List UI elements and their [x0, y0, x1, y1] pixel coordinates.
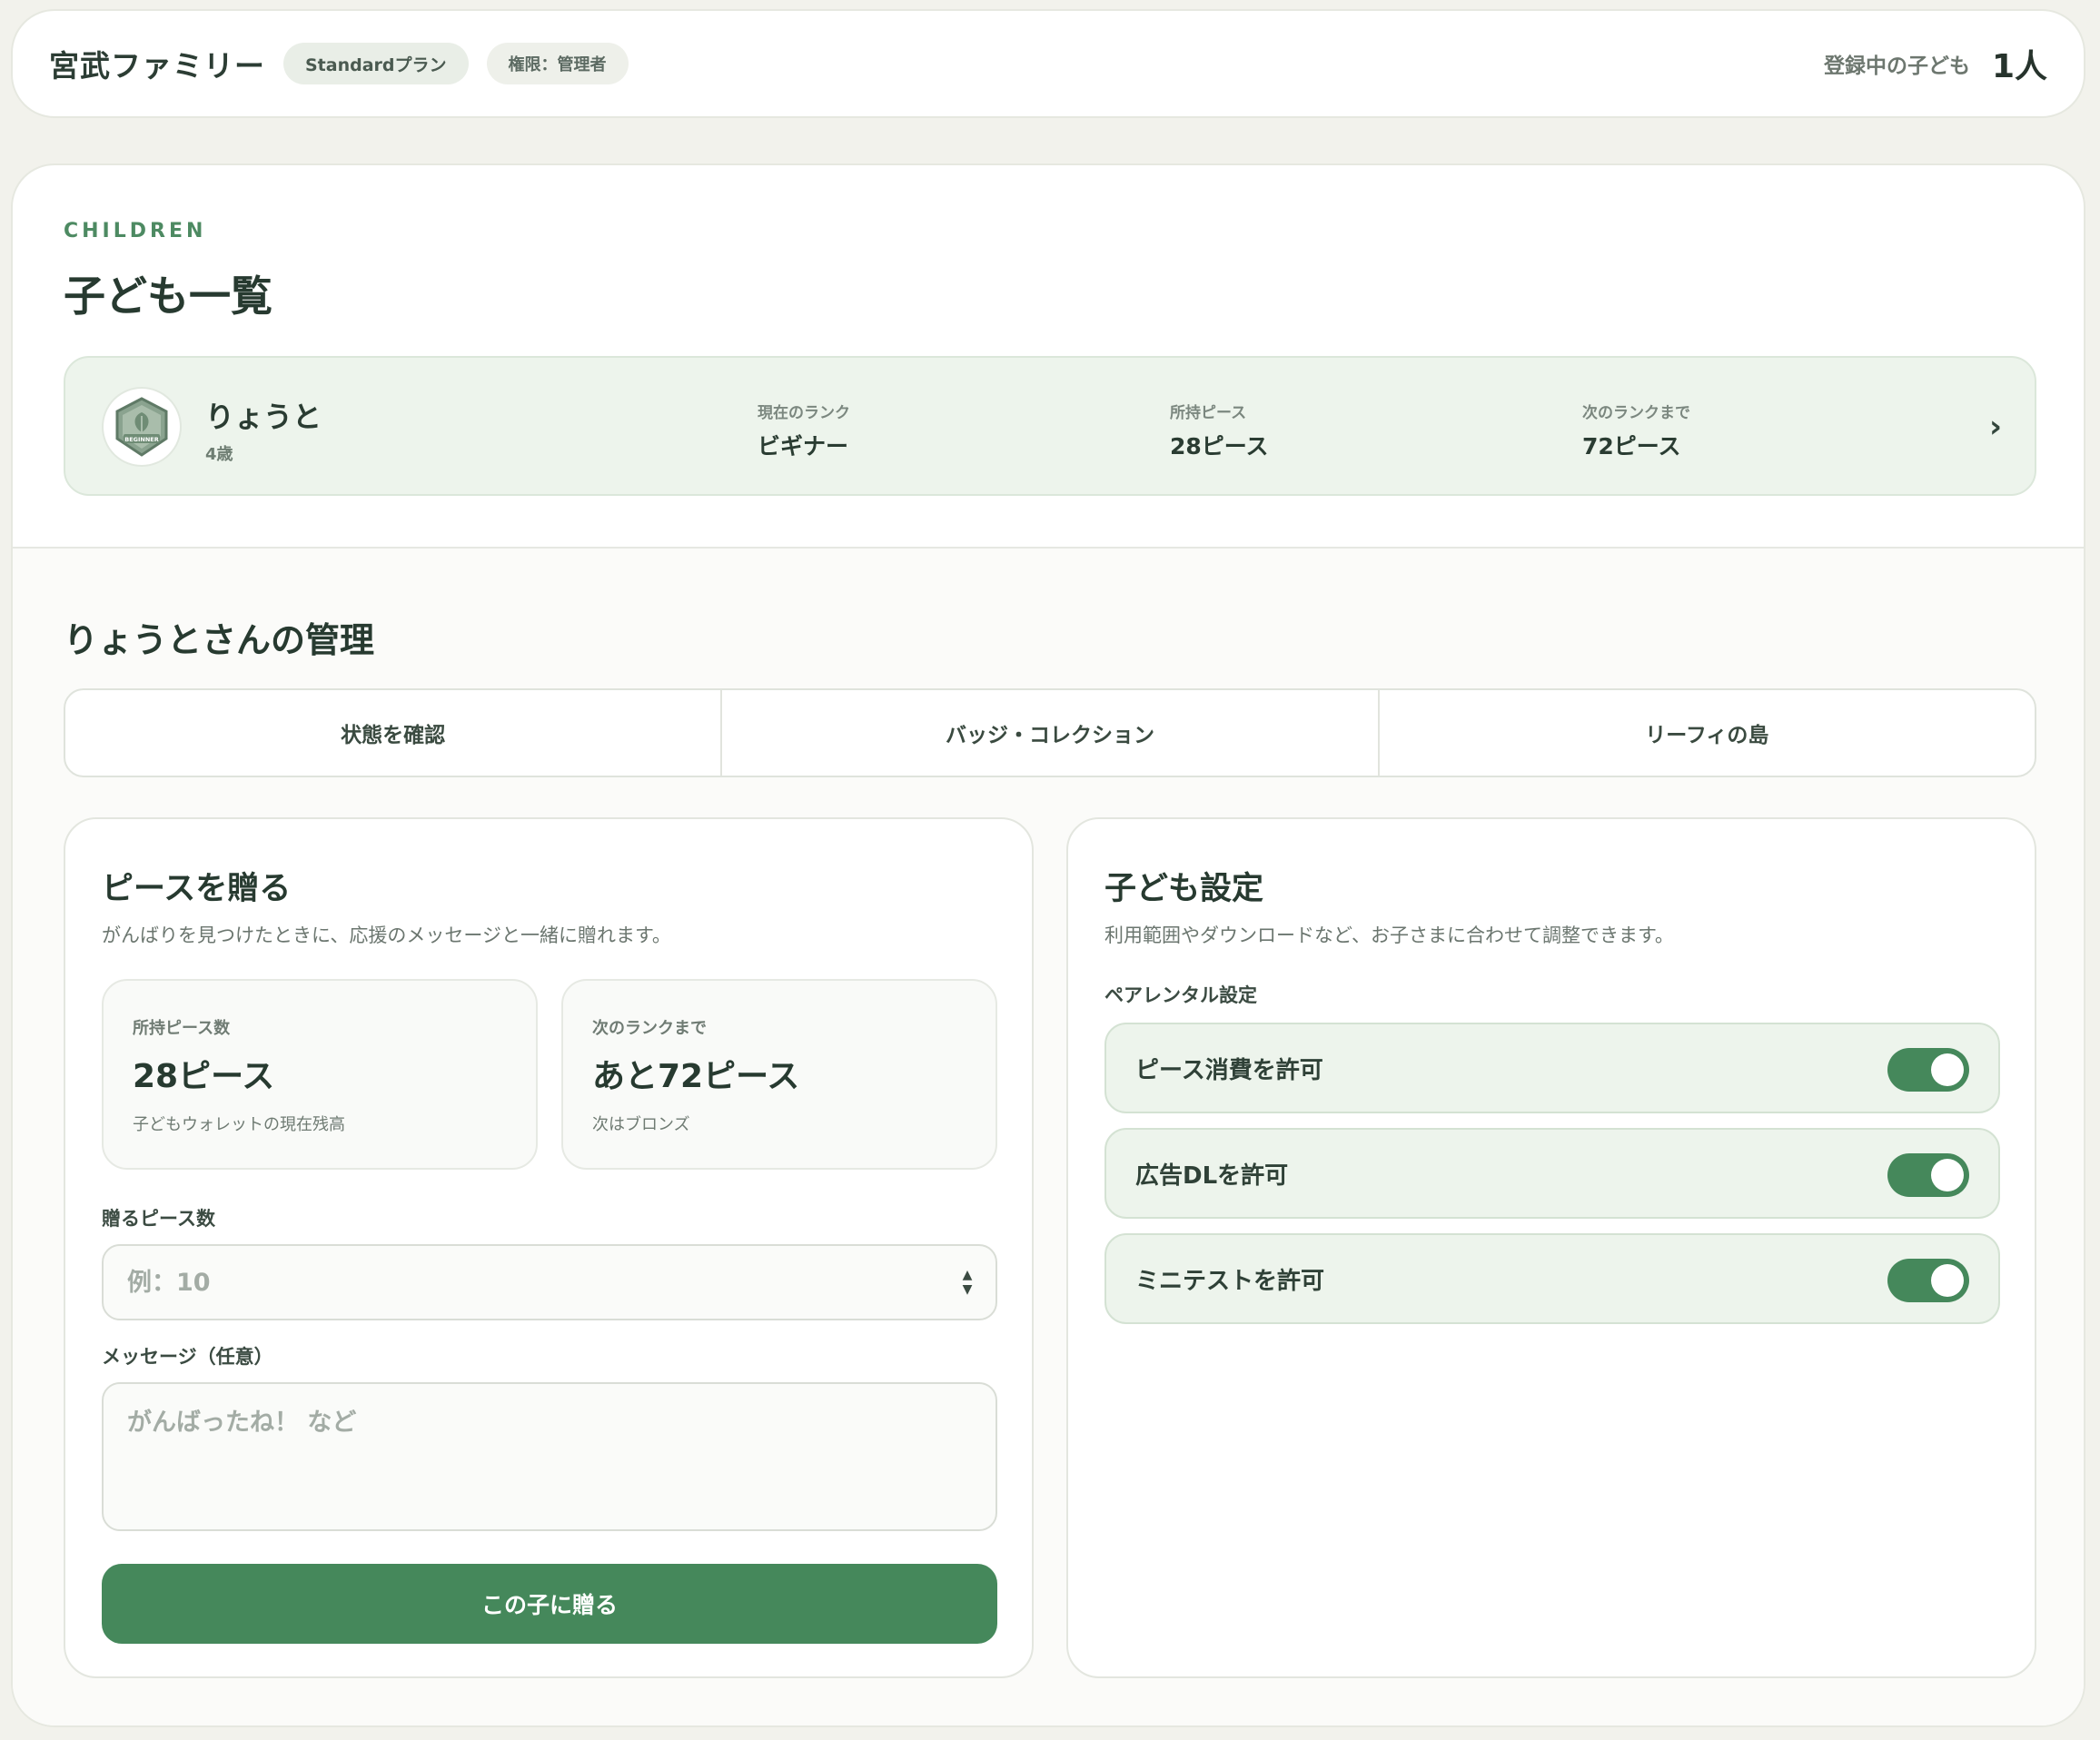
toggle-knob	[1931, 1159, 1964, 1191]
number-stepper-icon[interactable]: ▲ ▼	[956, 1262, 979, 1302]
send-pieces-button[interactable]: この子に贈る	[102, 1564, 997, 1644]
toggle-label: 広告DLを許可	[1135, 1162, 1289, 1190]
toggle-row-piece-spending: ピース消費を許可	[1104, 1023, 2000, 1113]
rank-badge-avatar: BEGINNER	[102, 387, 182, 467]
next-rank-sub: 次はブロンズ	[592, 1115, 690, 1134]
owned-pieces-value: 28ピース	[133, 1058, 275, 1095]
main-panel: CHILDREN 子ども一覧 BEGINNER りょうと 4歳 現在のランク ビ…	[11, 163, 2085, 1727]
chevron-right-icon[interactable]: ›	[1989, 409, 2002, 445]
piece-spending-toggle[interactable]	[1887, 1048, 1969, 1092]
toggle-row-mini-test: ミニテストを許可	[1104, 1233, 2000, 1324]
tab-leafy-island[interactable]: リーフィの島	[1377, 690, 2035, 776]
beginner-badge-icon: BEGINNER	[115, 397, 168, 457]
child-name: りょうと	[205, 400, 322, 434]
child-settings-card: 子ども設定 利用範囲やダウンロードなど、お子さまに合わせて調整できます。 ペアレ…	[1066, 817, 2036, 1678]
children-list-title: 子ども一覧	[64, 272, 272, 321]
toggle-knob	[1931, 1053, 1964, 1086]
next-rank-card: 次のランクまで あと72ピース 次はブロンズ	[561, 979, 997, 1170]
owned-pieces-card: 所持ピース数 28ピース 子どもウォレットの現在残高	[102, 979, 538, 1170]
next-rank-value: 72ピース	[1582, 433, 1681, 460]
chevron-down-icon[interactable]: ▼	[963, 1282, 973, 1297]
amount-input[interactable]	[102, 1244, 997, 1320]
child-list-item[interactable]: BEGINNER りょうと 4歳 現在のランク ビギナー 所持ピース 28ピース…	[64, 356, 2036, 496]
mini-test-toggle[interactable]	[1887, 1259, 1969, 1302]
manage-tabs: 状態を確認 バッジ・コレクション リーフィの島	[64, 688, 2036, 777]
current-rank-label: 現在のランク	[758, 404, 850, 422]
role-badge: 権限：管理者	[486, 43, 629, 84]
owned-pieces-value: 28ピース	[1170, 433, 1269, 460]
toggle-row-ad-download: 広告DLを許可	[1104, 1128, 2000, 1219]
next-rank-value: あと72ピース	[592, 1058, 800, 1095]
ad-download-toggle[interactable]	[1887, 1153, 1969, 1197]
manage-section: りょうとさんの管理 状態を確認 バッジ・コレクション リーフィの島 ピースを贈る…	[13, 549, 2084, 1725]
amount-label: 贈るピース数	[102, 1208, 215, 1230]
gift-pieces-card: ピースを贈る がんばりを見つけたときに、応援のメッセージと一緒に贈れます。 所持…	[64, 817, 1034, 1678]
settings-card-title: 子ども設定	[1104, 871, 1264, 907]
tab-badge-collection[interactable]: バッジ・コレクション	[720, 690, 1377, 776]
toggle-label: ミニテストを許可	[1135, 1268, 1325, 1295]
current-rank-value: ビギナー	[758, 433, 849, 460]
next-rank-label: 次のランクまで	[592, 1019, 707, 1038]
chevron-up-icon[interactable]: ▲	[963, 1268, 973, 1282]
owned-pieces-label: 所持ピース数	[133, 1019, 231, 1038]
tab-status[interactable]: 状態を確認	[65, 690, 720, 776]
registered-children-label: 登録中の子ども	[1823, 54, 1970, 78]
owned-pieces-sub: 子どもウォレットの現在残高	[133, 1115, 345, 1134]
family-name: 宮武ファミリー	[49, 48, 265, 84]
plan-badge: Standardプラン	[283, 43, 469, 84]
toggle-label: ピース消費を許可	[1135, 1057, 1323, 1084]
toggle-knob	[1931, 1264, 1964, 1297]
child-age: 4歳	[205, 445, 233, 464]
registered-children-count: 1人	[1991, 48, 2047, 85]
manage-title: りょうとさんの管理	[64, 620, 375, 660]
settings-card-description: 利用範囲やダウンロードなど、お子さまに合わせて調整できます。	[1104, 924, 1674, 946]
next-rank-label: 次のランクまで	[1582, 404, 1690, 422]
gift-card-description: がんばりを見つけたときに、応援のメッセージと一緒に贈れます。	[102, 924, 671, 946]
owned-pieces-label: 所持ピース	[1170, 404, 1247, 422]
message-input[interactable]	[102, 1382, 997, 1531]
parental-control-label: ペアレンタル設定	[1104, 984, 1257, 1006]
gift-card-title: ピースを贈る	[102, 871, 292, 907]
top-bar: 宮武ファミリー Standardプラン 権限：管理者 登録中の子ども 1人	[11, 9, 2085, 118]
message-label: メッセージ（任意）	[102, 1346, 273, 1368]
section-eyebrow: CHILDREN	[64, 220, 207, 242]
badge-text: BEGINNER	[124, 436, 158, 443]
